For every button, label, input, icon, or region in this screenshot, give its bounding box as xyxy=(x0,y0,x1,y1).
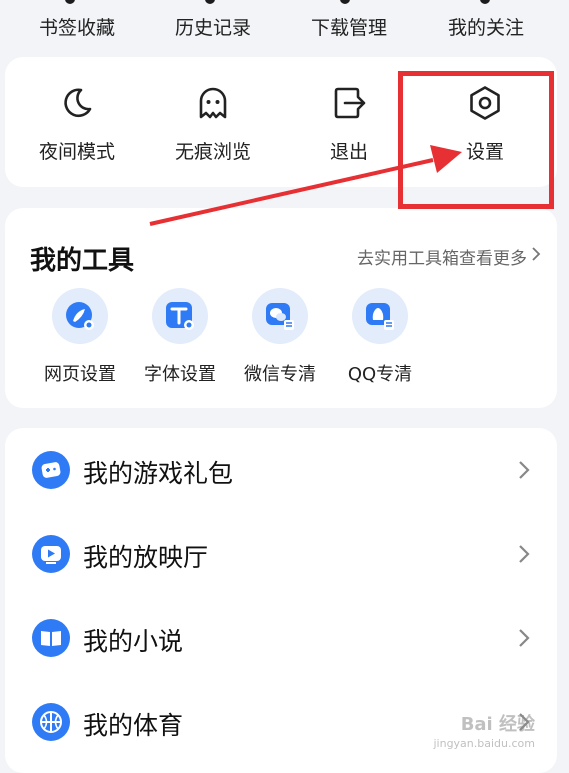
bookmark-icon xyxy=(65,0,75,4)
incognito-button[interactable]: 无痕浏览 xyxy=(153,57,273,187)
exit-button[interactable]: 退出 xyxy=(289,57,409,187)
exit-icon xyxy=(334,87,366,119)
list-item-screening-room[interactable]: 我的放映厅 xyxy=(5,512,557,596)
top-shortcuts-row: 书签收藏 历史记录 下载管理 我的关注 xyxy=(0,0,569,50)
font-settings-icon xyxy=(166,302,194,330)
tools-title: 我的工具 xyxy=(30,246,135,276)
book-icon xyxy=(32,619,70,657)
highlight-box xyxy=(398,71,554,209)
incognito-label: 无痕浏览 xyxy=(174,141,251,163)
tool-icon-bg xyxy=(52,288,108,344)
shortcut-downloads[interactable]: 下载管理 xyxy=(311,13,387,40)
exit-label: 退出 xyxy=(329,141,368,163)
tool-label: QQ专清 xyxy=(347,364,413,385)
history-icon xyxy=(205,0,215,4)
chevron-right-icon xyxy=(519,545,530,563)
follow-icon xyxy=(480,0,490,4)
list-item-label: 我的放映厅 xyxy=(83,543,209,572)
tool-icon-bg xyxy=(252,288,308,344)
tool-icon-bg xyxy=(352,288,408,344)
watermark-url: jingyan.baidu.com xyxy=(433,737,535,750)
moon-icon xyxy=(64,88,92,118)
list-item-label: 我的游戏礼包 xyxy=(83,459,234,488)
my-tools-card: 我的工具 去实用工具箱查看更多 网页设置 字体设置 微信专清 QQ专清 xyxy=(5,208,557,408)
tools-more-link[interactable]: 去实用工具箱查看更多 xyxy=(357,244,527,269)
qq-clean-icon xyxy=(366,303,394,330)
chevron-right-icon xyxy=(519,629,530,647)
ghost-icon xyxy=(199,87,227,119)
tool-font-settings[interactable]: 字体设置 xyxy=(130,288,230,398)
list-item-label: 我的体育 xyxy=(83,711,184,740)
tool-qq-clean[interactable]: QQ专清 xyxy=(330,288,430,398)
tool-icon-bg xyxy=(152,288,208,344)
shortcut-history[interactable]: 历史记录 xyxy=(175,13,251,40)
shortcut-following[interactable]: 我的关注 xyxy=(448,13,524,40)
list-item-novels[interactable]: 我的小说 xyxy=(5,596,557,680)
list-item-game-gifts[interactable]: 我的游戏礼包 xyxy=(5,428,557,512)
night-mode-button[interactable]: 夜间模式 xyxy=(17,57,137,187)
chevron-right-icon[interactable] xyxy=(530,246,542,262)
game-gift-icon xyxy=(32,451,70,489)
wechat-clean-icon xyxy=(266,303,294,330)
video-play-icon xyxy=(32,535,70,573)
basketball-icon xyxy=(32,703,70,741)
webpage-settings-icon xyxy=(66,302,94,330)
night-mode-label: 夜间模式 xyxy=(38,141,115,163)
tool-webpage-settings[interactable]: 网页设置 xyxy=(30,288,130,398)
tool-wechat-clean[interactable]: 微信专清 xyxy=(230,288,330,398)
watermark-logo: Bai 经验 xyxy=(460,714,535,735)
download-icon xyxy=(340,0,350,4)
shortcut-bookmarks[interactable]: 书签收藏 xyxy=(39,13,115,40)
chevron-right-icon xyxy=(519,461,530,479)
list-item-label: 我的小说 xyxy=(83,627,184,656)
